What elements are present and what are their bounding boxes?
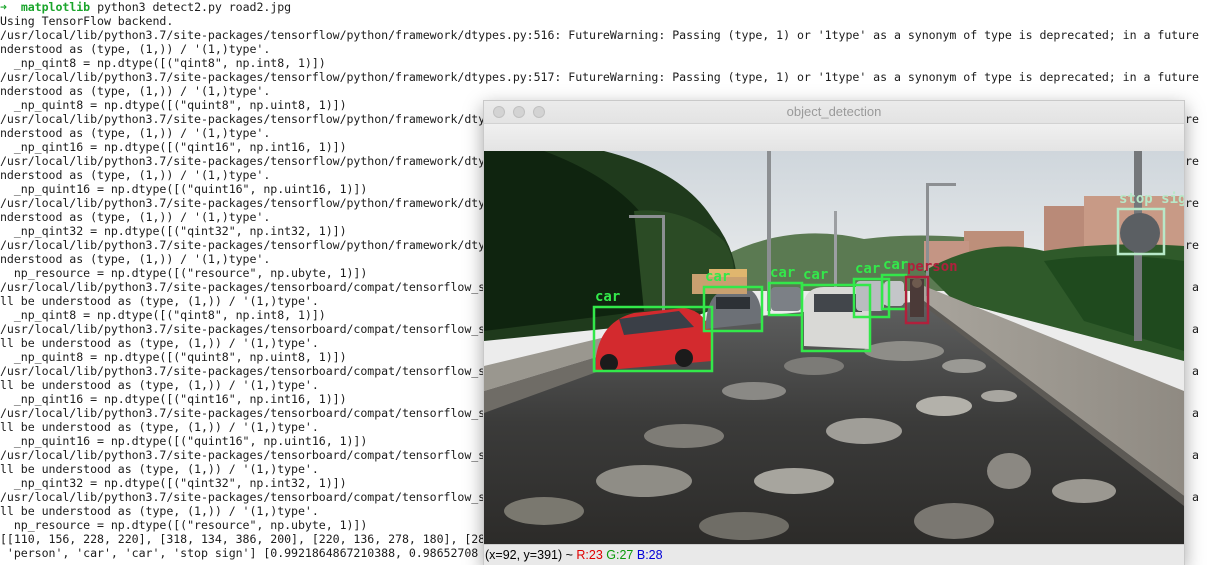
- terminal-output-line: nderstood as (type, (1,)) / '(1,)type'.: [0, 252, 271, 266]
- terminal-output-line: _np_qint16 = np.dtype([("qint16", np.int…: [0, 140, 347, 154]
- terminal-output-line: _np_qint32 = np.dtype([("qint32", np.int…: [0, 224, 347, 238]
- detection-label: stop sign: [1119, 191, 1184, 207]
- terminal-output-line: _np_qint8 = np.dtype([("qint8", np.int8,…: [0, 308, 326, 322]
- terminal-output-line: _np_quint16 = np.dtype([("quint16", np.u…: [0, 434, 368, 448]
- terminal-output-line: ll be understood as (type, (1,)) / '(1,)…: [0, 504, 319, 518]
- terminal-output-line: ll be understood as (type, (1,)) / '(1,)…: [0, 294, 319, 308]
- detection-label: car: [705, 269, 730, 285]
- window-status-bar: (x=92, y=391) ~ R:23 G:27 B:28: [484, 544, 1184, 565]
- terminal-output-line: ll be understood as (type, (1,)) / '(1,)…: [0, 336, 319, 350]
- terminal-output-line: nderstood as (type, (1,)) / '(1,)type'.: [0, 168, 271, 182]
- pixel-r-value: R:23: [576, 548, 603, 562]
- detection-box: [767, 281, 804, 317]
- terminal-output-line: ll be understood as (type, (1,)) / '(1,)…: [0, 420, 319, 434]
- detection-label: person: [907, 259, 958, 275]
- terminal-output-line: np_resource = np.dtype([("resource", np.…: [0, 518, 368, 532]
- terminal-output-line: _np_qint32 = np.dtype([("qint32", np.int…: [0, 476, 347, 490]
- pixel-b-value: B:28: [636, 548, 663, 562]
- detection-overlay: carcarcarcarcarcarpersonstop sign: [592, 191, 1184, 373]
- terminal-output-line: ll be understood as (type, (1,)) / '(1,)…: [0, 378, 319, 392]
- detection-label: car: [803, 267, 828, 283]
- prompt-command: python3 detect2.py road2.jpg: [97, 0, 292, 14]
- pixel-g-value: G:27: [606, 548, 634, 562]
- detection-label: car: [883, 257, 908, 273]
- window-titlebar[interactable]: object_detection: [484, 101, 1184, 124]
- detection-label: car: [770, 265, 795, 281]
- detection-label: car: [595, 289, 620, 305]
- detection-box: [592, 305, 714, 373]
- terminal-output-line: _np_qint16 = np.dtype([("qint16", np.int…: [0, 392, 347, 406]
- window-toolbar: [484, 124, 1184, 152]
- window-title: object_detection: [786, 104, 882, 119]
- terminal-prompt-line: ➜ matplotlib python3 detect2.py road2.jp…: [0, 0, 291, 14]
- terminal-output-line: np_resource = np.dtype([("resource", np.…: [0, 266, 368, 280]
- terminal-output-line: ll be understood as (type, (1,)) / '(1,)…: [0, 462, 319, 476]
- detection-label: car: [855, 261, 880, 277]
- object-detection-window[interactable]: object_detection car car car car car car…: [483, 100, 1185, 565]
- prompt-directory: matplotlib: [20, 0, 91, 14]
- cursor-coordinates: (x=92, y=391) ~: [485, 548, 577, 562]
- detection-box: [1116, 207, 1166, 256]
- terminal-output-line: /usr/local/lib/python3.7/site-packages/t…: [0, 70, 1199, 84]
- terminal-output-line: nderstood as (type, (1,)) / '(1,)type'.: [0, 84, 271, 98]
- detection-image-view[interactable]: carcarcarcarcarcarpersonstop sign: [484, 151, 1184, 544]
- terminal-output-line: _np_quint8 = np.dtype([("quint8", np.uin…: [0, 98, 347, 112]
- terminal-output-line: Using TensorFlow backend.: [0, 14, 174, 28]
- terminal-output-line: _np_qint8 = np.dtype([("qint8", np.int8,…: [0, 56, 326, 70]
- prompt-arrow-icon: ➜: [0, 0, 7, 14]
- terminal-output-line: /usr/local/lib/python3.7/site-packages/t…: [0, 28, 1199, 42]
- terminal-output-line: nderstood as (type, (1,)) / '(1,)type'.: [0, 42, 271, 56]
- detection-box: [904, 275, 930, 325]
- terminal-output-line: nderstood as (type, (1,)) / '(1,)type'.: [0, 126, 271, 140]
- terminal-output-line: nderstood as (type, (1,)) / '(1,)type'.: [0, 210, 271, 224]
- terminal-output-line: _np_quint16 = np.dtype([("quint16", np.u…: [0, 182, 368, 196]
- terminal-output-line: _np_quint8 = np.dtype([("quint8", np.uin…: [0, 350, 347, 364]
